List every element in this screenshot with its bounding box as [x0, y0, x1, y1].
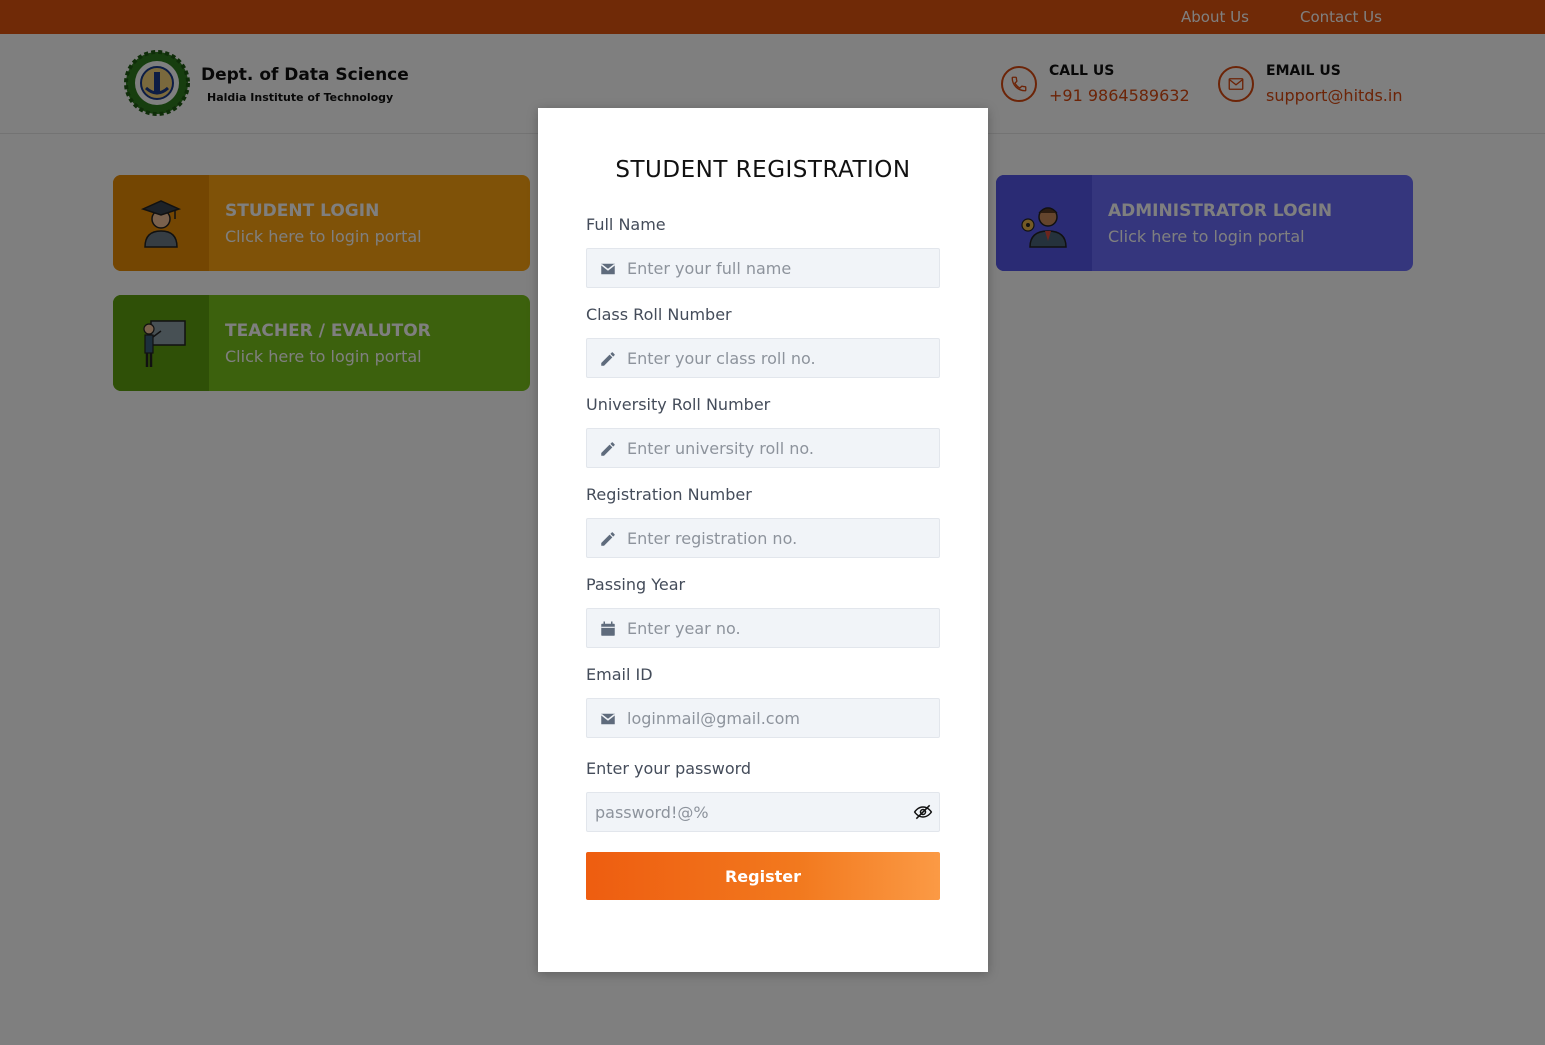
full-name-label: Full Name — [586, 215, 666, 234]
registration-modal: STUDENT REGISTRATION Full Name Class Rol… — [538, 108, 988, 972]
register-button[interactable]: Register — [586, 852, 940, 900]
envelope-icon — [600, 263, 616, 275]
registration-number-label: Registration Number — [586, 485, 752, 504]
registration-number-input[interactable] — [627, 519, 927, 557]
pencil-icon — [601, 352, 615, 366]
passing-year-label: Passing Year — [586, 575, 686, 594]
university-roll-field-box — [586, 428, 940, 468]
full-name-input[interactable] — [627, 249, 927, 287]
full-name-field-box — [586, 248, 940, 288]
password-label: Enter your password — [586, 759, 752, 778]
modal-title: STUDENT REGISTRATION — [615, 157, 911, 183]
university-roll-input[interactable] — [627, 429, 927, 467]
class-roll-field-box — [586, 338, 940, 378]
passing-year-input[interactable] — [627, 609, 927, 647]
registration-number-field-box — [586, 518, 940, 558]
class-roll-input[interactable] — [627, 339, 927, 377]
passing-year-field-box — [586, 608, 940, 648]
email-id-input[interactable] — [627, 699, 927, 737]
email-id-field-box — [586, 698, 940, 738]
envelope-icon — [600, 713, 616, 725]
university-roll-label: University Roll Number — [586, 395, 771, 414]
pencil-icon — [601, 442, 615, 456]
pencil-icon — [601, 532, 615, 546]
email-id-label: Email ID — [586, 665, 653, 684]
password-input[interactable] — [595, 793, 905, 831]
class-roll-label: Class Roll Number — [586, 305, 732, 324]
eye-off-icon[interactable] — [913, 802, 933, 822]
calendar-icon — [601, 621, 615, 636]
password-field-box — [586, 792, 940, 832]
